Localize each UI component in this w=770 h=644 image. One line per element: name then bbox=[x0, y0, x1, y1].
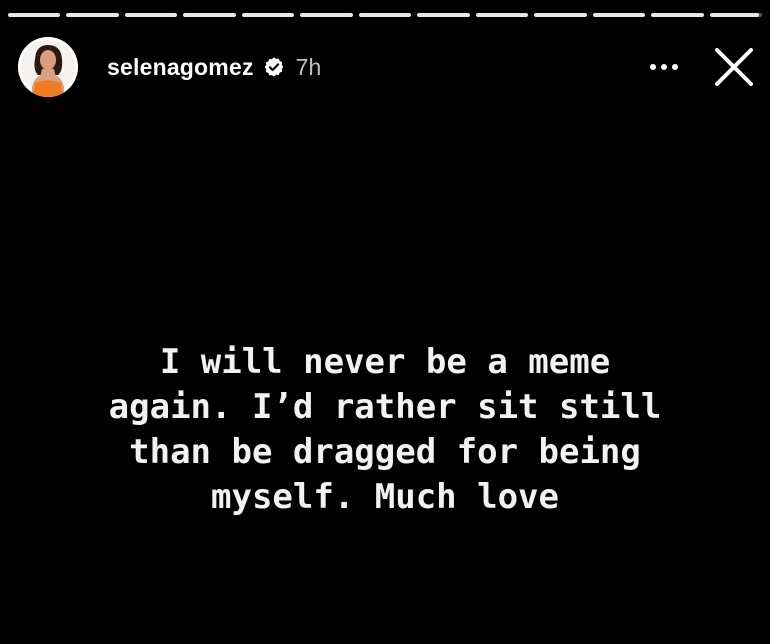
avatar[interactable] bbox=[18, 37, 78, 97]
progress-segment-fill bbox=[183, 13, 236, 17]
progress-segment bbox=[475, 13, 529, 17]
progress-segment-fill bbox=[709, 13, 760, 17]
story-header: selenagomez 7h bbox=[18, 37, 756, 97]
progress-segment bbox=[358, 13, 412, 17]
progress-segment bbox=[241, 13, 295, 17]
progress-segment bbox=[300, 13, 353, 17]
progress-segment bbox=[66, 13, 119, 17]
progress-segment bbox=[651, 13, 704, 17]
story-text: I will never be a meme again. I’d rather… bbox=[30, 340, 740, 520]
more-options-icon[interactable] bbox=[644, 47, 684, 87]
progress-segment-fill bbox=[66, 13, 119, 17]
verified-badge-icon bbox=[263, 56, 285, 78]
progress-segment bbox=[534, 13, 587, 17]
progress-segment-fill bbox=[592, 13, 646, 17]
progress-segment-fill bbox=[534, 13, 587, 17]
progress-segment bbox=[417, 13, 470, 17]
story-text-line: I will never be a meme bbox=[159, 342, 611, 382]
progress-segment-fill bbox=[417, 13, 470, 17]
username[interactable]: selenagomez bbox=[107, 54, 254, 81]
story-timestamp: 7h bbox=[295, 53, 322, 80]
story-progress-bar bbox=[8, 13, 763, 17]
progress-segment bbox=[124, 13, 178, 17]
story-text-line: again. I’d rather sit still bbox=[108, 387, 662, 427]
progress-segment-fill bbox=[475, 13, 529, 17]
progress-segment-fill bbox=[241, 13, 295, 17]
progress-segment-fill bbox=[300, 13, 353, 17]
progress-segment bbox=[592, 13, 646, 17]
story-text-line: than be dragged for being bbox=[129, 432, 641, 472]
progress-segment bbox=[709, 13, 763, 17]
progress-segment bbox=[8, 13, 61, 17]
progress-segment-fill bbox=[8, 13, 61, 17]
progress-segment-fill bbox=[651, 13, 704, 17]
progress-segment-fill bbox=[358, 13, 412, 17]
close-icon[interactable] bbox=[712, 45, 756, 89]
progress-segment-fill bbox=[124, 13, 178, 17]
progress-segment bbox=[183, 13, 236, 17]
story-text-line: myself. Much love bbox=[211, 477, 559, 517]
